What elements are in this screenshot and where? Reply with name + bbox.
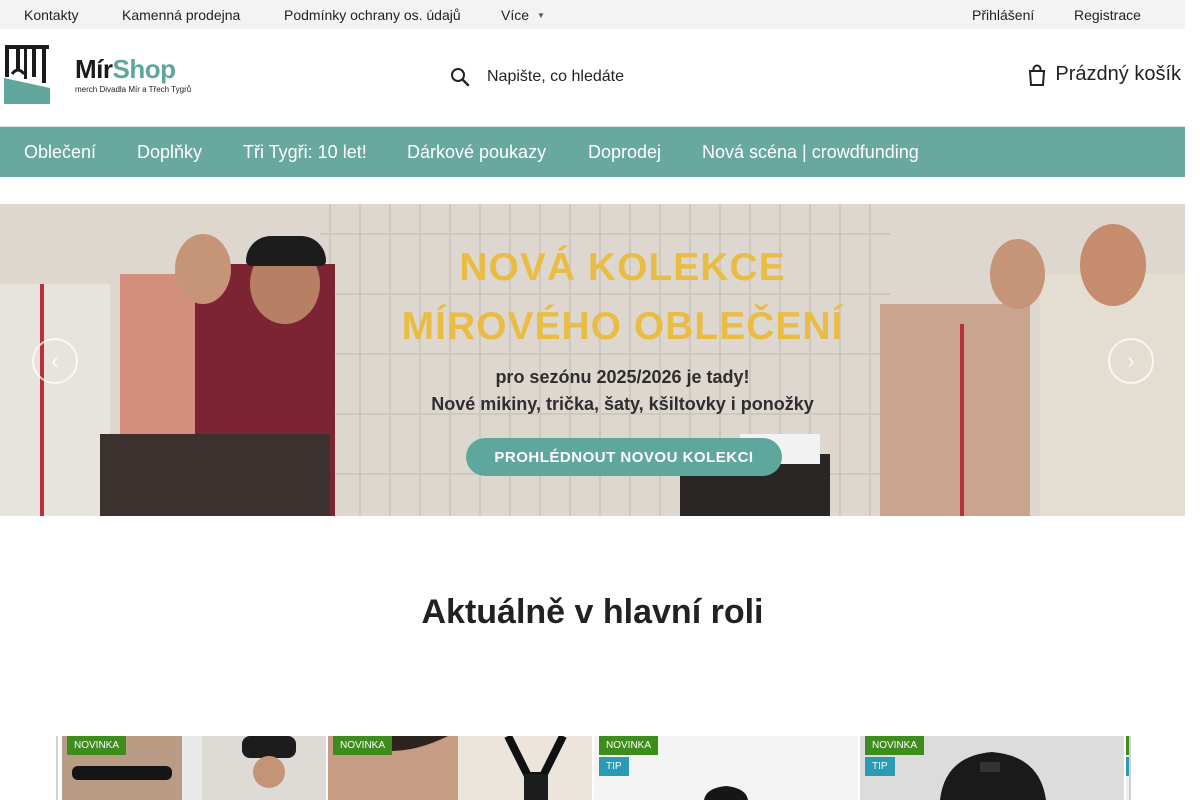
logo-tagline: merch Divadla Mír a Třech Tygrů	[75, 85, 192, 94]
main-nav: Oblečení Doplňky Tři Tygři: 10 let! Dárk…	[0, 127, 1185, 177]
badge-tip: TIP	[865, 757, 895, 776]
cart-icon	[1029, 64, 1046, 86]
nav-item-doprodej[interactable]: Doprodej	[588, 142, 661, 163]
nav-item-darkove-poukazy[interactable]: Dárkové poukazy	[407, 142, 546, 163]
badge-tip: TIP	[599, 757, 629, 776]
chevron-down-icon: ▼	[537, 11, 545, 20]
product-card[interactable]: NOVINKA TIP	[860, 736, 1124, 800]
banner-next-arrow-icon[interactable]: ›	[1108, 338, 1154, 384]
product-card[interactable]: NOVINKA	[328, 736, 592, 800]
search-label: Napište, co hledáte	[487, 68, 624, 85]
site-header: MírShop merch Divadla Mír a Třech Tygrů …	[0, 29, 1185, 127]
banner-prev-arrow-icon[interactable]: ‹	[32, 338, 78, 384]
more-label: Více	[501, 7, 530, 23]
topbar-link-kontakty[interactable]: Kontakty	[24, 7, 78, 23]
badge-new: NOVINKA	[67, 736, 127, 755]
nav-item-doplnky[interactable]: Doplňky	[137, 142, 202, 163]
logo-text: MírShop merch Divadla Mír a Třech Tygrů	[75, 56, 191, 94]
product-card-peek[interactable]	[1126, 736, 1129, 800]
section-title: Aktuálně v hlavní roli	[421, 593, 764, 631]
product-card[interactable]: NOVINKA	[62, 736, 326, 800]
logo-mark	[4, 44, 50, 104]
register-link[interactable]: Registrace	[1074, 7, 1141, 23]
product-card[interactable]: NOVINKA TIP	[594, 736, 858, 800]
banner-headline: NOVÁ KOLEKCE MÍROVÉHO OBLEČENÍ	[401, 246, 844, 348]
nav-item-tri-tygri[interactable]: Tři Tygři: 10 let!	[243, 142, 367, 163]
login-link[interactable]: Přihlášení	[972, 7, 1034, 23]
logo-name: MírShop	[75, 54, 176, 84]
banner-subtitle: pro sezónu 2025/2026 je tady! Nové mikin…	[431, 367, 814, 414]
badge-new: NOVINKA	[333, 736, 393, 755]
badge-new: NOVINKA	[599, 736, 659, 755]
cart-button[interactable]: Prázdný košík	[1028, 63, 1181, 86]
top-bar: Kontakty Kamenná prodejna Podmínky ochra…	[0, 0, 1185, 29]
cart-label: Prázdný košík	[1055, 63, 1181, 85]
nav-item-obleceni[interactable]: Oblečení	[24, 142, 96, 163]
search-trigger[interactable]: Napište, co hledáte	[450, 65, 624, 89]
nav-item-nova-scena[interactable]: Nová scéna | crowdfunding	[702, 142, 919, 163]
topbar-link-prodejna[interactable]: Kamenná prodejna	[122, 7, 240, 23]
topbar-link-ochrana-udaju[interactable]: Podmínky ochrany os. údajů	[284, 7, 461, 23]
product-carousel: NOVINKA NOVINKA NOVINKA TIP NOVINKA TIP	[56, 736, 1131, 800]
hero-banner[interactable]: NOVÁ KOLEKCE MÍROVÉHO OBLEČENÍ pro sezón…	[0, 204, 1185, 516]
search-icon	[451, 68, 470, 87]
banner-cta-button[interactable]: PROHLÉDNOUT NOVOU KOLEKCI	[466, 438, 782, 476]
product-image	[1126, 736, 1129, 800]
topbar-more-menu[interactable]: Více ▼	[501, 7, 545, 23]
badge-new: NOVINKA	[865, 736, 925, 755]
